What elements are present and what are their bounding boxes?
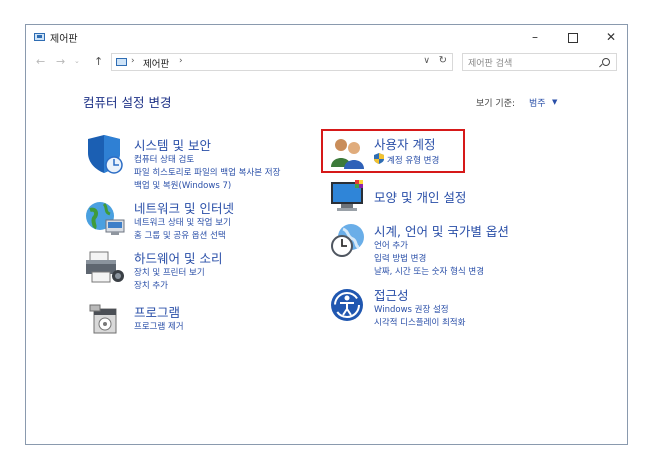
- search-icon[interactable]: [602, 58, 610, 66]
- category-network-internet[interactable]: 네트워크 및 인터넷: [134, 198, 234, 217]
- link-add-language[interactable]: 언어 추가: [374, 239, 408, 251]
- link-uninstall-program[interactable]: 프로그램 제거: [134, 320, 184, 332]
- chevron-down-icon[interactable]: ▼: [552, 98, 557, 106]
- link-file-history-backup[interactable]: 파일 히스토리로 파일의 백업 복사본 저장: [134, 166, 280, 178]
- address-dropdown-button[interactable]: ∨: [423, 56, 430, 66]
- back-button[interactable]: ←: [36, 55, 45, 68]
- link-optimize-visual-display[interactable]: 시각적 디스플레이 최적화: [374, 316, 465, 328]
- page-title: 컴퓨터 설정 변경: [83, 95, 172, 110]
- category-clock-language-region[interactable]: 시계, 언어 및 국가별 옵션: [374, 221, 509, 240]
- programs-icon[interactable]: [88, 301, 124, 337]
- close-button[interactable]: ✕: [592, 25, 630, 49]
- window-title: 제어판: [50, 34, 78, 45]
- category-system-security[interactable]: 시스템 및 보안: [134, 135, 211, 154]
- breadcrumb-separator[interactable]: ›: [131, 56, 135, 66]
- recent-locations-button[interactable]: ⌄: [74, 57, 80, 65]
- highlight-box: [321, 129, 465, 173]
- link-devices-printers[interactable]: 장치 및 프린터 보기: [134, 266, 205, 278]
- ease-of-access-icon[interactable]: [330, 288, 364, 322]
- link-backup-restore[interactable]: 백업 및 복원(Windows 7): [134, 179, 231, 191]
- control-panel-window: 제어판 – ✕ ← → ⌄ ↑ › 제어판 › ∨ ↻ 제어판 검색 컴퓨터 설…: [25, 24, 628, 445]
- link-review-computer-status[interactable]: 컴퓨터 상태 검토: [134, 153, 194, 165]
- control-panel-icon: [116, 58, 127, 66]
- shield-icon[interactable]: [84, 135, 128, 175]
- address-bar[interactable]: › 제어판 › ∨ ↻: [111, 53, 453, 71]
- printer-icon[interactable]: [84, 248, 128, 288]
- search-input[interactable]: 제어판 검색: [462, 53, 617, 71]
- view-by-dropdown[interactable]: 범주: [529, 96, 546, 109]
- link-change-input-method[interactable]: 입력 방법 변경: [374, 252, 426, 264]
- search-placeholder: 제어판 검색: [468, 59, 513, 69]
- maximize-icon: [568, 32, 578, 43]
- maximize-button[interactable]: [554, 25, 592, 49]
- refresh-button[interactable]: ↻: [439, 55, 447, 66]
- breadcrumb-control-panel[interactable]: 제어판: [143, 56, 169, 70]
- title-bar: 제어판 – ✕: [26, 25, 627, 51]
- breadcrumb-separator[interactable]: ›: [179, 56, 183, 66]
- category-hardware-sound[interactable]: 하드웨어 및 소리: [134, 248, 222, 267]
- control-panel-icon: [34, 33, 45, 41]
- network-globe-icon[interactable]: [84, 198, 128, 238]
- minimize-button[interactable]: –: [516, 25, 554, 49]
- view-by-label: 보기 기준:: [476, 99, 516, 109]
- category-ease-of-access[interactable]: 접근성: [374, 285, 409, 304]
- forward-button[interactable]: →: [56, 55, 65, 68]
- link-change-date-time-format[interactable]: 날짜, 시간 또는 숫자 형식 변경: [374, 265, 484, 277]
- clock-globe-icon[interactable]: [329, 221, 367, 259]
- link-add-device[interactable]: 장치 추가: [134, 279, 168, 291]
- category-programs[interactable]: 프로그램: [134, 302, 180, 321]
- link-homegroup-sharing[interactable]: 홈 그룹 및 공유 옵션 선택: [134, 229, 226, 241]
- up-button[interactable]: ↑: [94, 55, 103, 68]
- category-appearance-personalization[interactable]: 모양 및 개인 설정: [374, 187, 466, 206]
- link-windows-recommended-settings[interactable]: Windows 권장 설정: [374, 303, 449, 315]
- link-network-status[interactable]: 네트워크 상태 및 작업 보기: [134, 216, 231, 228]
- navigation-bar: ← → ⌄ ↑ › 제어판 › ∨ ↻ 제어판 검색: [26, 51, 627, 75]
- appearance-icon[interactable]: [329, 178, 367, 214]
